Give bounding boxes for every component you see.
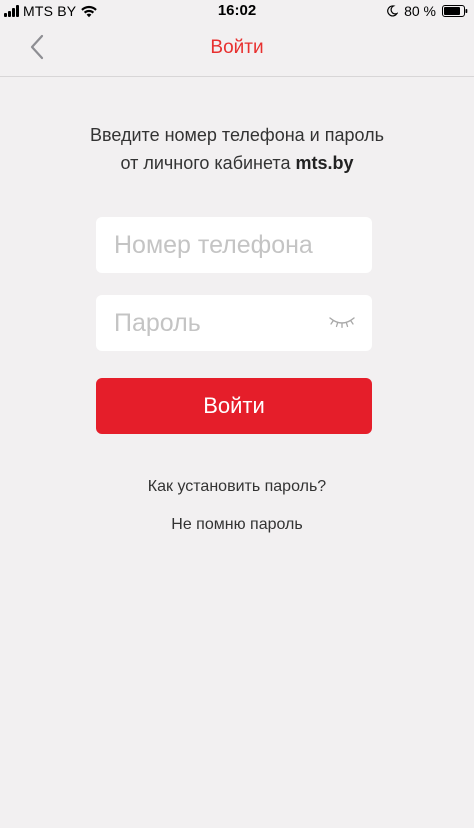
- instruction-line-1: Введите номер телефона и пароль: [89, 125, 384, 145]
- phone-input[interactable]: [96, 217, 372, 273]
- site-name: mts.by: [295, 153, 354, 173]
- login-button[interactable]: Войти: [96, 378, 372, 434]
- instruction-line-2: от личного кабинета mts.by: [0, 149, 474, 177]
- how-to-set-password-link[interactable]: Как установить пароль?: [0, 477, 474, 497]
- forgot-password-link[interactable]: Не помню пароль: [0, 515, 474, 535]
- status-bar: MTS BY 16:02 80 %: [0, 0, 474, 22]
- phone-field: [96, 217, 372, 273]
- nav-bar: Войти: [0, 22, 474, 77]
- moon-icon: [387, 5, 399, 17]
- battery-icon: [442, 5, 468, 17]
- eye-closed-icon[interactable]: [328, 314, 356, 330]
- instruction-line-2-prefix: от личного кабинета: [120, 153, 296, 173]
- battery-percent: 80 %: [404, 3, 436, 19]
- status-bar-right: 80 %: [386, 3, 468, 19]
- instruction-text: Введите номер телефона и пароль от лично…: [0, 121, 474, 177]
- page-title: Войти: [210, 37, 264, 58]
- password-field: [96, 295, 372, 351]
